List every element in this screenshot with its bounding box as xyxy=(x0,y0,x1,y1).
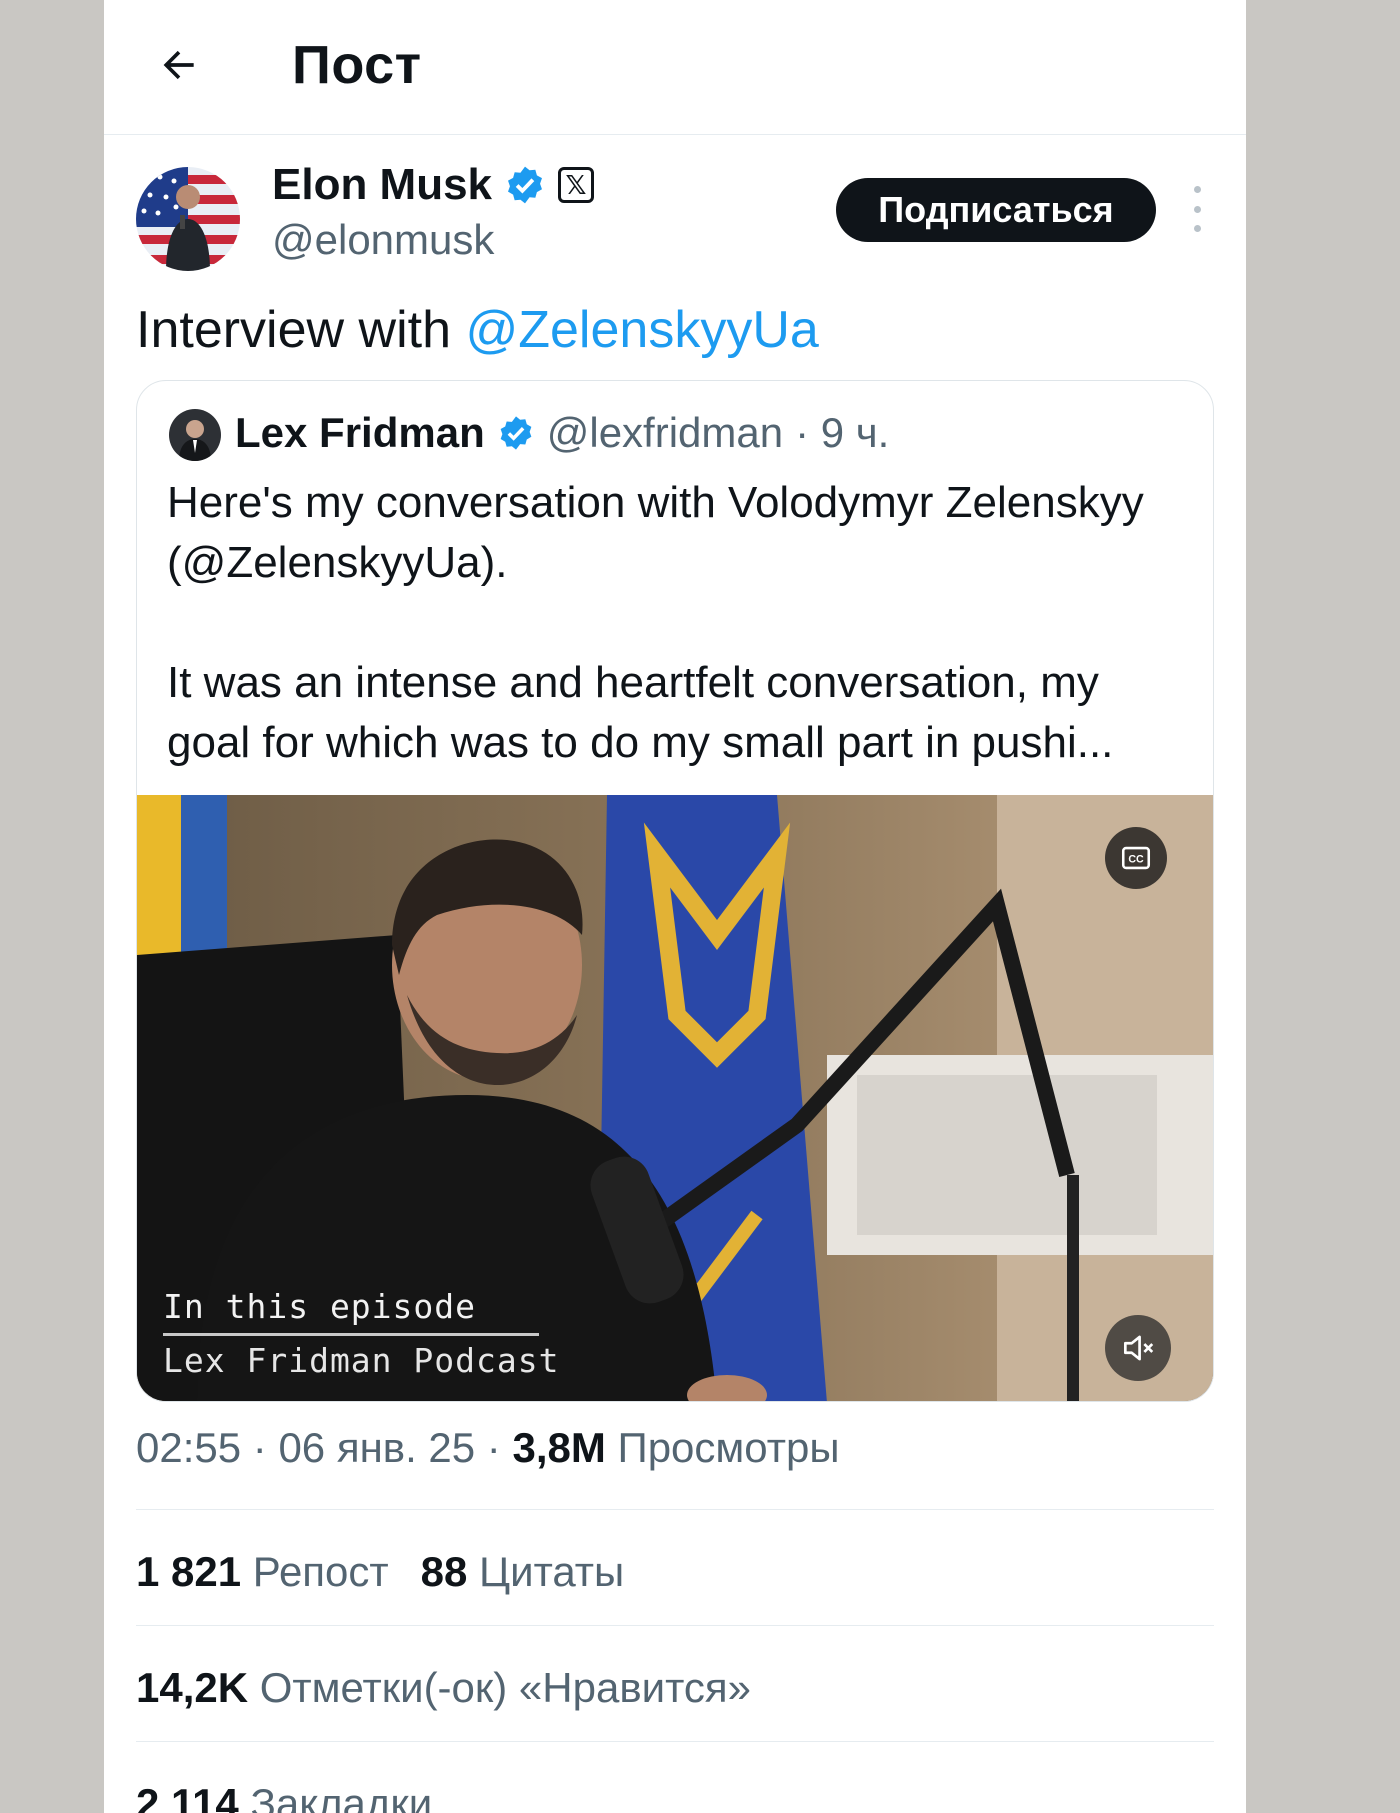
divider xyxy=(136,1741,1214,1742)
back-button[interactable] xyxy=(150,36,208,94)
quotes-stat[interactable]: 88 Цитаты xyxy=(421,1548,625,1596)
more-options-icon[interactable] xyxy=(1182,186,1212,232)
bookmarks-label: Закладки xyxy=(250,1780,433,1813)
tweet-text-prefix: Interview with xyxy=(136,301,466,359)
video-overlay-subtitle: Lex Fridman Podcast xyxy=(163,1341,560,1380)
quoted-tweet-card[interactable]: Lex Fridman @lexfridman · 9 ч. Here's my… xyxy=(136,380,1214,1402)
follow-button[interactable]: Подписаться xyxy=(836,178,1156,242)
engagement-row-3: 2 114 Закладки xyxy=(136,1780,432,1813)
quote-paragraph-1: Here's my conversation with Volodymyr Ze… xyxy=(167,478,1144,587)
author-handle[interactable]: @elonmusk xyxy=(272,216,494,264)
likes-stat[interactable]: 14,2K Отметки(-ок) «Нравится» xyxy=(136,1664,751,1712)
reposts-count: 1 821 xyxy=(136,1548,242,1595)
svg-text:CC: CC xyxy=(1128,854,1144,866)
author-avatar[interactable] xyxy=(136,167,240,271)
closed-captions-icon: CC xyxy=(1121,846,1151,870)
author-name[interactable]: Elon Musk xyxy=(272,160,492,210)
closed-captions-button[interactable]: CC xyxy=(1105,827,1167,889)
post-meta: 02:55 · 06 янв. 25 · 3,8M Просмотры xyxy=(136,1424,840,1472)
quote-author-name: Lex Fridman xyxy=(235,409,485,456)
views-label: Просмотры xyxy=(617,1424,840,1471)
divider xyxy=(136,1509,1214,1510)
quote-author-avatar xyxy=(169,409,221,461)
tweet-text: Interview with @ZelenskyyUa xyxy=(136,298,819,362)
views-count: 3,8M xyxy=(512,1424,606,1471)
likes-count: 14,2K xyxy=(136,1664,249,1711)
quotes-count: 88 xyxy=(420,1548,468,1595)
quote-author-handle: @lexfridman xyxy=(546,409,784,456)
x-logo-icon: 𝕏 xyxy=(558,167,595,203)
meta-separator: · xyxy=(475,1424,513,1471)
video-player[interactable]: In this episode Lex Fridman Podcast CC xyxy=(137,795,1213,1401)
bookmarks-stat[interactable]: 2 114 Закладки xyxy=(136,1780,432,1813)
quote-header: Lex Fridman @lexfridman · 9 ч. xyxy=(235,409,889,457)
reposts-stat[interactable]: 1 821 Репост xyxy=(136,1548,389,1596)
divider xyxy=(136,1625,1214,1626)
quote-text: Here's my conversation with Volodymyr Ze… xyxy=(167,473,1187,773)
meta-separator: · xyxy=(241,1424,279,1471)
video-overlay-title: In this episode xyxy=(163,1287,477,1326)
quotes-label: Цитаты xyxy=(479,1548,625,1595)
video-overlay-divider xyxy=(163,1333,539,1336)
author-name-row: Elon Musk 𝕏 xyxy=(272,160,595,210)
top-bar: Пост xyxy=(104,0,1246,135)
quote-timestamp: · 9 ч. xyxy=(795,409,890,456)
reposts-label: Репост xyxy=(252,1548,389,1595)
bookmarks-count: 2 114 xyxy=(136,1780,239,1813)
post-date[interactable]: 06 янв. 25 xyxy=(278,1424,475,1471)
engagement-row-2: 14,2K Отметки(-ок) «Нравится» xyxy=(136,1664,751,1712)
quote-paragraph-2: It was an intense and heartfelt conversa… xyxy=(167,658,1114,767)
mute-button[interactable] xyxy=(1105,1315,1171,1381)
likes-label: Отметки(-ок) «Нравится» xyxy=(259,1664,751,1711)
verified-badge-icon xyxy=(500,416,532,450)
post-screen: Пост Elon Musk 𝕏 @elonmusk Подписаться I… xyxy=(104,0,1246,1813)
mute-icon xyxy=(1123,1335,1154,1361)
page-title: Пост xyxy=(292,35,422,95)
engagement-row-1: 1 821 Репост 88 Цитаты xyxy=(136,1548,624,1596)
post-time[interactable]: 02:55 xyxy=(136,1424,241,1471)
back-arrow-icon xyxy=(163,50,194,80)
mention-link[interactable]: @ZelenskyyUa xyxy=(465,301,818,359)
verified-badge-icon xyxy=(508,166,543,204)
